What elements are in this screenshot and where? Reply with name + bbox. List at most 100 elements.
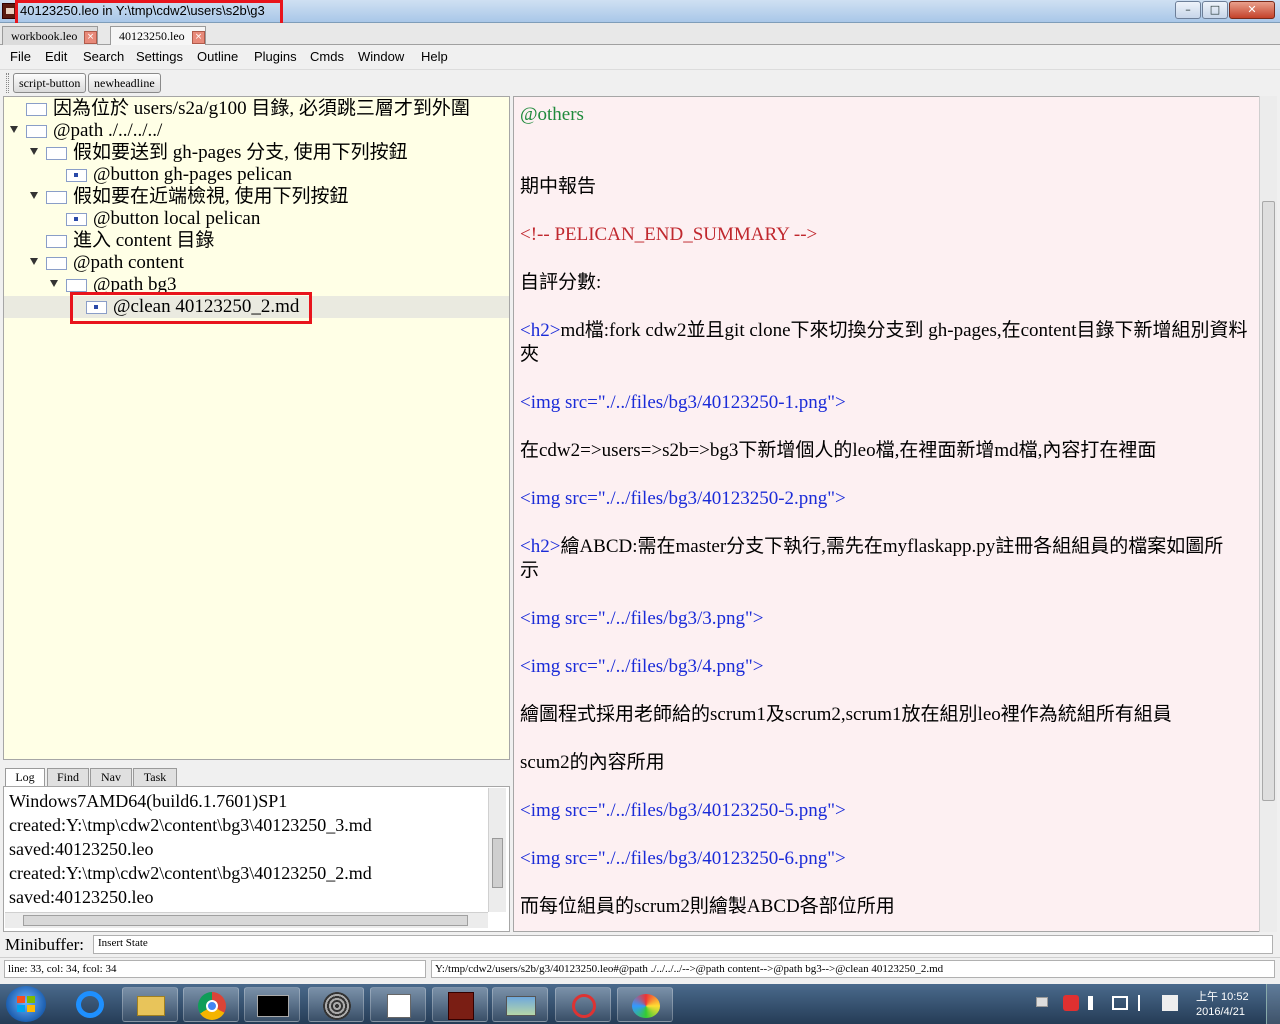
tab-nav[interactable]: Nav [90,768,132,786]
body-line: <img src="./../files/bg3/40123250-6.png"… [520,848,846,869]
scroll-up-arrow-icon[interactable] [1263,98,1274,110]
window-title: 40123250.leo in Y:\tmp\cdw2\users\s2b\g3 [20,3,265,18]
close-tab-icon[interactable]: × [192,31,205,44]
node-icon [66,169,87,182]
close-tab-icon[interactable]: × [84,31,97,44]
outline-node[interactable]: @path bg3 [4,274,509,296]
network-icon[interactable] [1112,996,1128,1010]
outline-node[interactable]: @button local pelican [4,208,509,230]
outline-node[interactable]: @path ./../../../ [4,120,509,142]
outline-node[interactable]: 因為位於 users/s2a/g100 目錄, 必須跳三層才到外圍 [4,98,509,120]
body-line: 而每位組員的scrum2則繪製ABCD各部位所用 [520,896,895,917]
expand-triangle-icon[interactable] [10,126,18,133]
menu-bar: File Edit Search Settings Outline Plugin… [0,46,1280,68]
menu-search[interactable]: Search [83,49,124,64]
leo-editor-icon[interactable] [432,987,488,1022]
chrome-icon[interactable] [183,987,239,1022]
minibuffer-state: Insert State [98,937,148,949]
file-explorer-icon[interactable] [122,987,178,1022]
file-tabs: workbook.leo × 40123250.leo × [0,23,1280,45]
internet-explorer-icon[interactable] [62,987,118,1022]
close-button[interactable]: ✕ [1229,1,1275,19]
node-icon [46,257,67,270]
leo-app-icon[interactable] [2,3,18,19]
volume-icon[interactable] [1088,996,1102,1010]
outline-node[interactable]: 假如要在近端檢視, 使用下列按鈕 [4,186,509,208]
log-pane[interactable]: Windows7AMD64(build6.1.7601)SP1 created:… [3,786,510,932]
menu-edit[interactable]: Edit [45,49,67,64]
status-bar: line: 33, col: 34, fcol: 34 Y:/tmp/cdw2/… [0,957,1280,981]
log-tabs: Log Find Nav Task [3,766,510,786]
body-line: 繪圖程式採用老師給的scrum1及scrum2,scrum1放在組別leo裡作為… [520,704,1172,725]
clock-time[interactable]: 上午 10:52 [1196,988,1249,1004]
windows-icon[interactable] [1162,995,1178,1011]
minimize-button[interactable]: – [1175,1,1201,19]
tab-label: workbook.leo [11,29,78,43]
log-scroll-thumb[interactable] [492,838,503,888]
body-line: <img src="./../files/bg3/40123250-1.png"… [520,392,846,413]
newheadline-button[interactable]: newheadline [88,73,161,93]
snipping-tool-icon[interactable] [555,987,611,1022]
menu-settings[interactable]: Settings [136,49,183,64]
body-line: 示 [520,560,540,581]
body-vertical-scrollbar[interactable] [1259,96,1277,932]
tab-label: 40123250.leo [119,29,185,43]
tab-40123250[interactable]: 40123250.leo × [110,26,206,45]
node-headline: @path ./../../../ [53,120,163,141]
log-line: Windows7AMD64(build6.1.7601)SP1 [9,791,288,811]
image-viewer-icon[interactable] [492,987,548,1022]
maximize-button[interactable]: □ [1202,1,1228,19]
antivirus-icon[interactable] [1063,995,1079,1011]
status-position: line: 33, col: 34, fcol: 34 [8,963,117,975]
start-button-icon[interactable] [6,986,46,1022]
sphere-app-icon[interactable] [308,987,364,1022]
expand-triangle-icon[interactable] [50,280,58,287]
body-scroll-thumb[interactable] [1262,201,1275,801]
menu-window[interactable]: Window [358,49,404,64]
minibuffer-input[interactable]: Insert State [93,935,1273,954]
body-line: 夾 [520,344,540,365]
notepad-icon[interactable] [370,987,426,1022]
menu-cmds[interactable]: Cmds [310,49,344,64]
tab-find[interactable]: Find [47,768,89,786]
body-editor[interactable]: @others 期中報告 <!-- PELICAN_END_SUMMARY --… [513,96,1267,932]
title-bar[interactable]: 40123250.leo in Y:\tmp\cdw2\users\s2b\g3… [0,0,1280,27]
body-line: <img src="./../files/bg3/4.png"> [520,656,764,677]
outline-node[interactable]: 假如要送到 gh-pages 分支, 使用下列按鈕 [4,142,509,164]
outline-node[interactable]: @button gh-pages pelican [4,164,509,186]
log-vertical-scrollbar[interactable] [488,788,506,912]
body-line: <img src="./../files/bg3/40123250-5.png"… [520,800,846,821]
script-button[interactable]: script-button [13,73,87,93]
clock-date[interactable]: 2016/4/21 [1196,1006,1245,1018]
menu-plugins[interactable]: Plugins [254,49,297,64]
toolbar-grip[interactable] [6,73,9,93]
outline-node[interactable]: @path content [4,252,509,274]
outline-pane[interactable]: 因為位於 users/s2a/g100 目錄, 必須跳三層才到外圍 @path … [3,96,510,760]
tab-log[interactable]: Log [5,768,45,786]
body-line: @others [520,104,584,125]
show-desktop-button[interactable] [1266,984,1280,1024]
minibuffer-label: Minibuffer: [5,935,85,954]
menu-outline[interactable]: Outline [197,49,238,64]
node-headline: 假如要送到 gh-pages 分支, 使用下列按鈕 [73,142,408,163]
node-headline: 進入 content 目錄 [73,230,215,251]
status-position-box: line: 33, col: 34, fcol: 34 [4,960,426,978]
outline-node[interactable]: 進入 content 目錄 [4,230,509,252]
log-horizontal-scrollbar[interactable] [5,912,488,928]
expand-triangle-icon[interactable] [30,258,38,265]
keyboard-icon[interactable] [1036,997,1048,1007]
tab-task[interactable]: Task [133,768,177,786]
tab-workbook[interactable]: workbook.leo × [2,26,98,45]
body-line: <h2>繪ABCD:需在master分支下執行,需先在myflaskapp.py… [520,535,1223,559]
menu-help[interactable]: Help [421,49,448,64]
outline-node-selected[interactable]: @clean 40123250_2.md [4,296,509,318]
command-prompt-icon[interactable] [244,987,300,1022]
paint-icon[interactable] [617,987,673,1022]
body-text: md檔:fork cdw2並且git clone下來切換分支到 gh-pages… [560,320,1248,341]
log-hscroll-thumb[interactable] [23,915,468,926]
log-line: saved:40123250.leo [9,887,154,907]
expand-triangle-icon[interactable] [30,192,38,199]
expand-triangle-icon[interactable] [30,148,38,155]
action-center-flag-icon[interactable] [1138,995,1150,1011]
menu-file[interactable]: File [10,49,31,64]
